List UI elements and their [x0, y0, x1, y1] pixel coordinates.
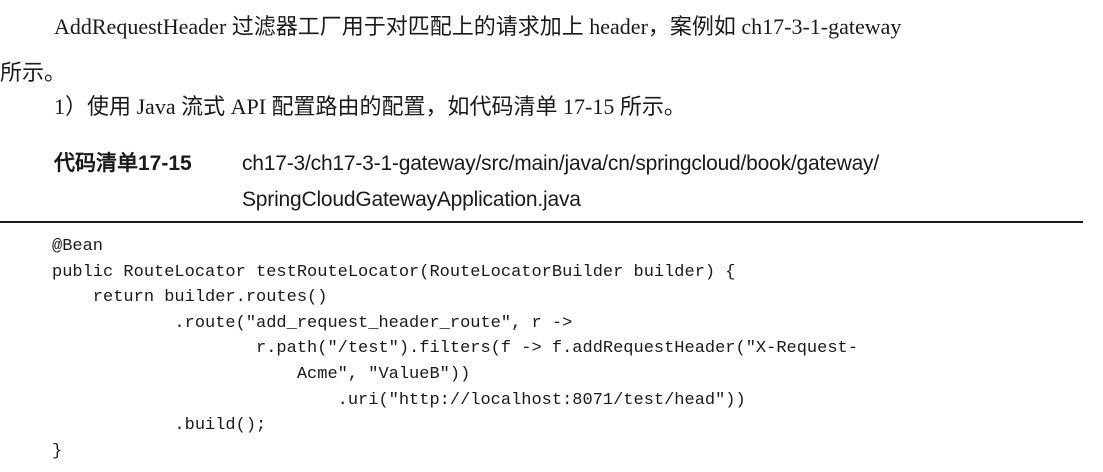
paragraph-2: 1）使用 Java 流式 API 配置路由的配置，如代码清单 17-15 所示。: [54, 94, 686, 119]
code-line: return builder.routes(): [52, 288, 328, 308]
code-line: }: [52, 441, 63, 461]
code-listing-path-line-2: SpringCloudGatewayApplication.java: [242, 188, 581, 211]
code-block: @Bean public RouteLocator testRouteLocato…: [52, 234, 858, 464]
code-line: r.path("/test").filters(f -> f.addReques…: [52, 339, 858, 359]
listing-divider: [0, 221, 1083, 223]
code-line: .route("add_request_header_route", r ->: [52, 313, 573, 333]
code-line: public RouteLocator testRouteLocator(Rou…: [52, 262, 736, 282]
paragraph-1-line-1: AddRequestHeader 过滤器工厂用于对匹配上的请求加上 header…: [54, 14, 902, 39]
paragraph-1-line-2: 所示。: [0, 60, 67, 85]
code-listing-label: 代码清单17-15: [54, 152, 192, 175]
code-line: .build();: [52, 416, 267, 436]
code-line: @Bean: [52, 237, 104, 256]
code-line: .uri("http://localhost:8071/test/head")): [52, 390, 746, 410]
code-listing-path-line-1: ch17-3/ch17-3-1-gateway/src/main/java/cn…: [242, 152, 879, 175]
code-line: Acme", "ValueB")): [52, 364, 471, 384]
